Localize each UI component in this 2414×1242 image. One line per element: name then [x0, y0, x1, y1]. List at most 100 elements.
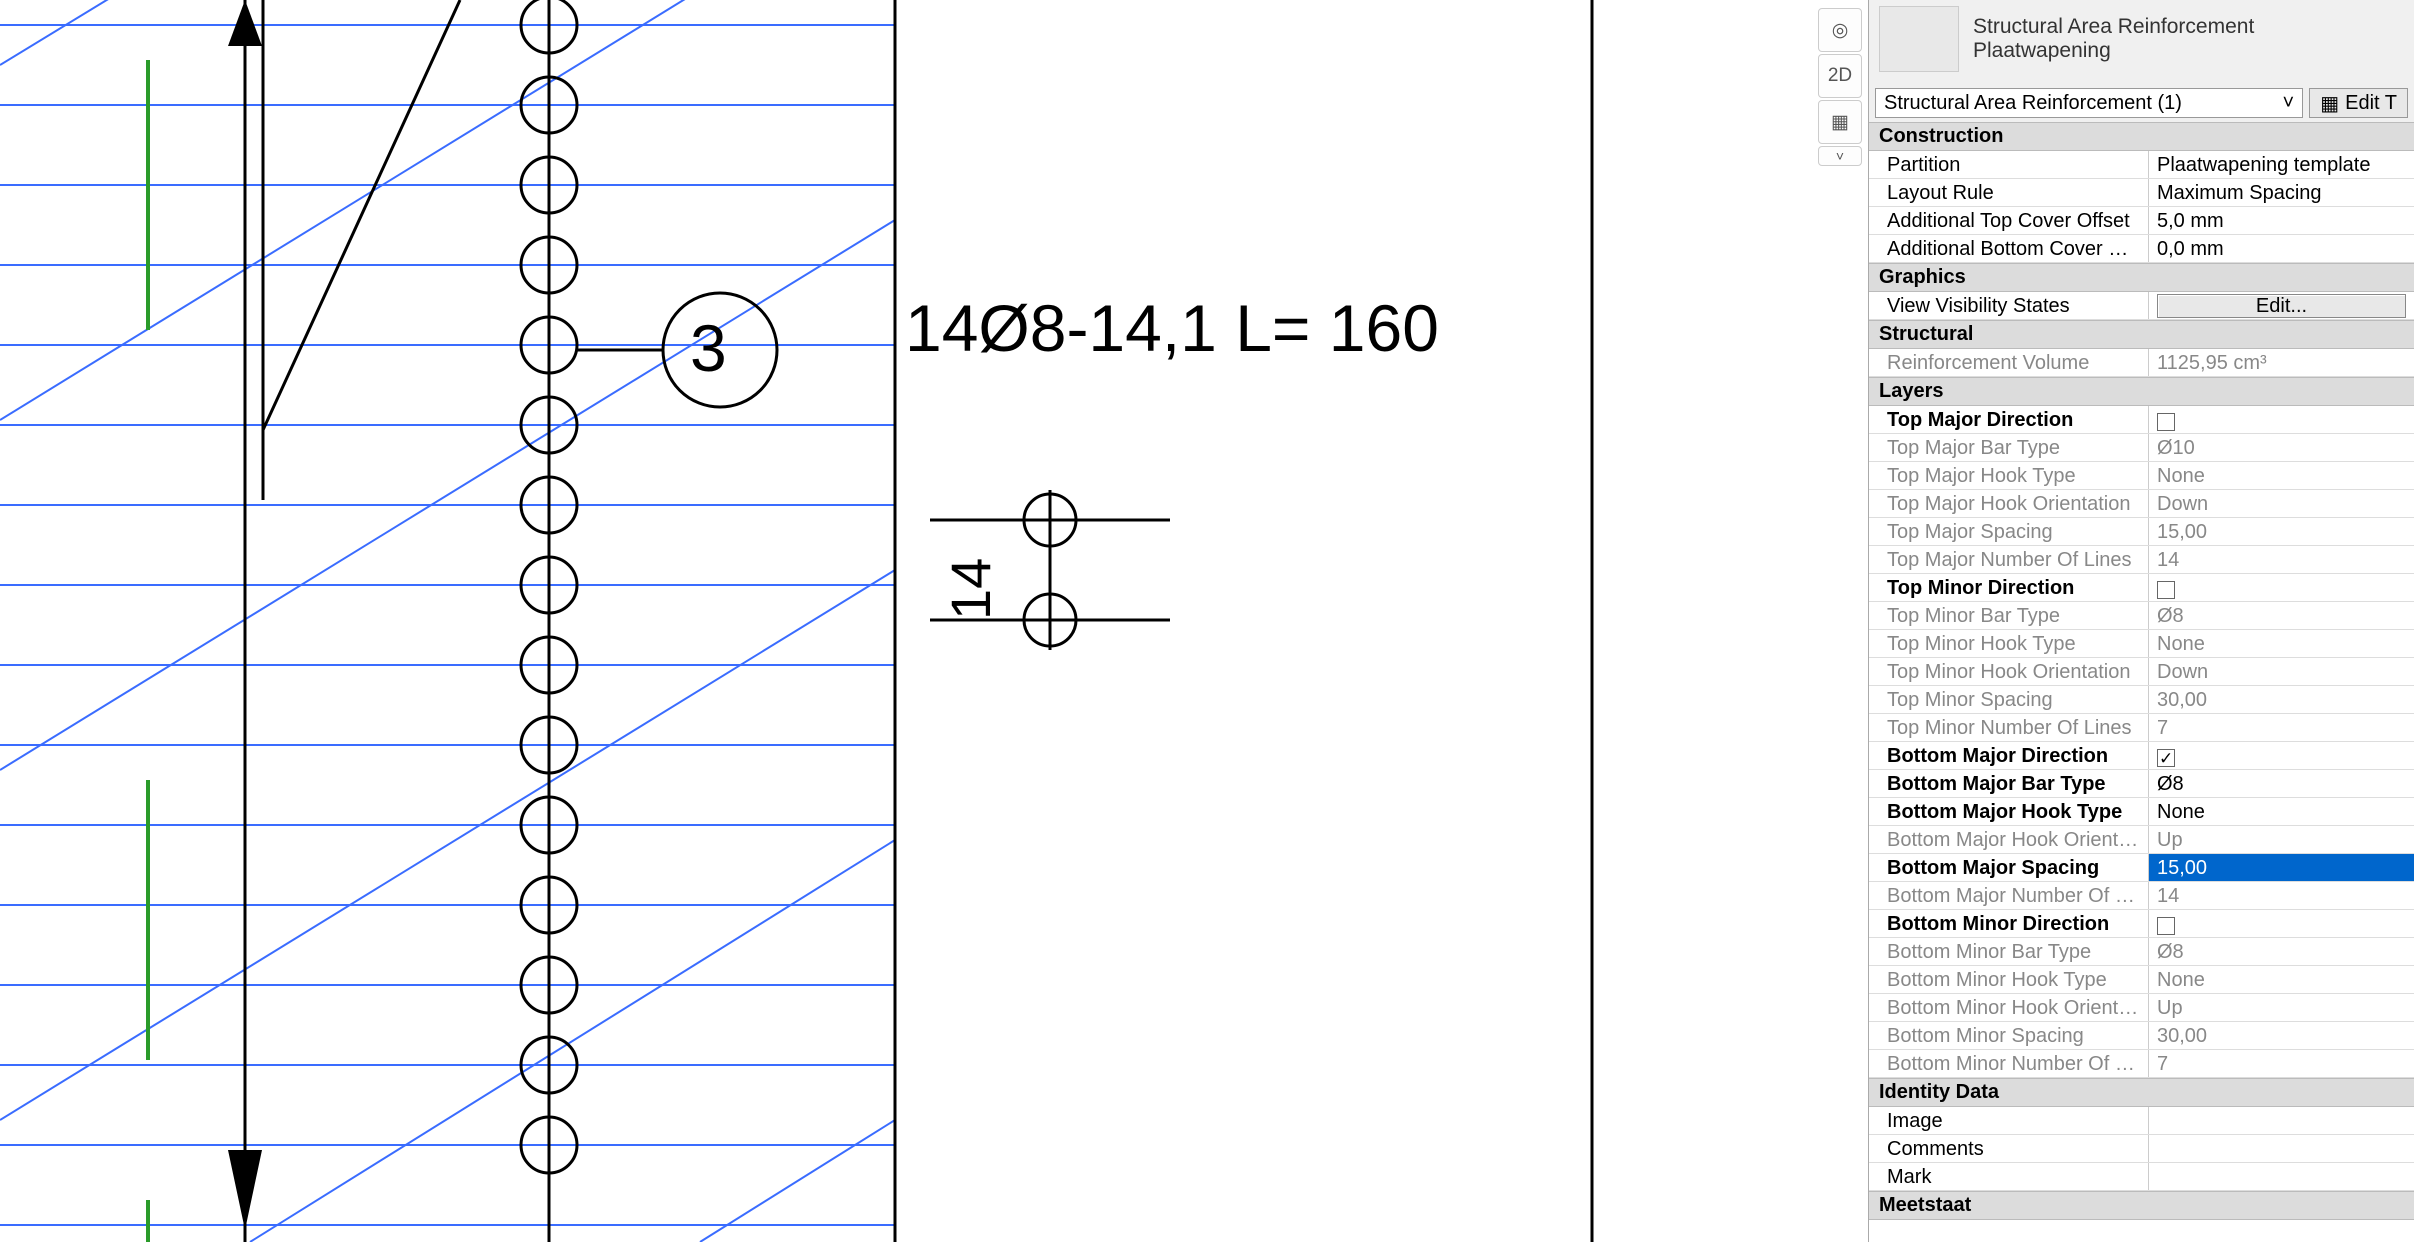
property-value[interactable]: 30,00 — [2149, 1022, 2414, 1049]
property-label: Additional Top Cover Offset — [1869, 207, 2149, 234]
property-label: Bottom Minor Bar Type — [1869, 938, 2149, 965]
property-label: Top Major Spacing — [1869, 518, 2149, 545]
property-value[interactable] — [2149, 574, 2414, 601]
property-value[interactable]: Down — [2149, 658, 2414, 685]
property-value[interactable]: 1125,95 cm³ — [2149, 349, 2414, 376]
spacing-dim: 14 — [938, 558, 1003, 620]
drawing-canvas[interactable]: 14Ø8-14,1 L= 160 3 14 — [0, 0, 1810, 1242]
nav-bar: ◎ 2D ▦ ˅ — [1815, 8, 1865, 166]
checkbox[interactable] — [2157, 581, 2175, 599]
property-value[interactable]: Plaatwapening template — [2149, 151, 2414, 178]
property-value[interactable]: Down — [2149, 490, 2414, 517]
property-row: Bottom Major Direction — [1869, 742, 2414, 770]
property-value[interactable]: Ø8 — [2149, 602, 2414, 629]
type-name: Plaatwapening — [1973, 39, 2254, 63]
property-group-header[interactable]: Graphics — [1869, 263, 2414, 292]
home-icon[interactable]: ◎ — [1818, 8, 1862, 52]
property-value[interactable]: Edit... — [2149, 292, 2414, 319]
type-selector-dropdown[interactable]: Structural Area Reinforcement (1) ˅ — [1875, 88, 2303, 118]
property-group-header[interactable]: Meetstaat — [1869, 1191, 2414, 1220]
property-value[interactable]: None — [2149, 630, 2414, 657]
property-value[interactable]: Up — [2149, 994, 2414, 1021]
chevron-down-icon: ˅ — [2283, 92, 2295, 115]
property-group-header[interactable]: Layers — [1869, 377, 2414, 406]
property-label: Bottom Minor Direction — [1869, 910, 2149, 937]
property-label: Bottom Major Spacing — [1869, 854, 2149, 881]
property-row: Top Minor Hook OrientationDown — [1869, 658, 2414, 686]
property-label: Bottom Minor Hook Type — [1869, 966, 2149, 993]
view-2d-icon[interactable]: 2D — [1818, 54, 1862, 98]
property-value[interactable]: Maximum Spacing — [2149, 179, 2414, 206]
property-value[interactable] — [2149, 742, 2414, 769]
property-row: Top Major Number Of Lines14 — [1869, 546, 2414, 574]
property-label: Layout Rule — [1869, 179, 2149, 206]
edit-type-button[interactable]: ▦ Edit T — [2309, 88, 2408, 118]
type-thumbnail — [1879, 6, 1959, 72]
rebar-tag-number: 3 — [690, 310, 727, 386]
property-label: Top Minor Hook Type — [1869, 630, 2149, 657]
property-label: Top Major Bar Type — [1869, 434, 2149, 461]
property-row: Top Minor Direction — [1869, 574, 2414, 602]
property-value[interactable]: 14 — [2149, 546, 2414, 573]
checkbox[interactable] — [2157, 917, 2175, 935]
property-row: Top Minor Number Of Lines7 — [1869, 714, 2414, 742]
property-label: Bottom Minor Spacing — [1869, 1022, 2149, 1049]
property-label: Mark — [1869, 1163, 2149, 1190]
property-value[interactable]: 7 — [2149, 1050, 2414, 1077]
property-row: Additional Bottom Cover Offset0,0 mm — [1869, 235, 2414, 263]
property-label: Bottom Major Hook Type — [1869, 798, 2149, 825]
property-group-header[interactable]: Structural — [1869, 320, 2414, 349]
property-row: Top Major Bar TypeØ10 — [1869, 434, 2414, 462]
edit-button[interactable]: Edit... — [2157, 294, 2406, 318]
property-row: Bottom Minor Number Of Lin...7 — [1869, 1050, 2414, 1078]
property-row: Top Minor Spacing30,00 — [1869, 686, 2414, 714]
property-row: Image — [1869, 1107, 2414, 1135]
property-value[interactable]: None — [2149, 966, 2414, 993]
property-value[interactable]: 5,0 mm — [2149, 207, 2414, 234]
property-value[interactable] — [2149, 1163, 2414, 1190]
property-value[interactable]: 15,00 — [2149, 854, 2414, 881]
property-label: Top Major Direction — [1869, 406, 2149, 433]
property-row: Top Minor Bar TypeØ8 — [1869, 602, 2414, 630]
property-value[interactable]: Ø8 — [2149, 770, 2414, 797]
property-label: Bottom Major Bar Type — [1869, 770, 2149, 797]
navcube-icon[interactable]: ▦ — [1818, 100, 1862, 144]
property-value[interactable]: Up — [2149, 826, 2414, 853]
property-value[interactable]: None — [2149, 798, 2414, 825]
property-row: Mark — [1869, 1163, 2414, 1191]
property-value[interactable]: 0,0 mm — [2149, 235, 2414, 262]
property-value[interactable] — [2149, 1107, 2414, 1134]
property-row: Bottom Minor Bar TypeØ8 — [1869, 938, 2414, 966]
property-value[interactable] — [2149, 910, 2414, 937]
property-value[interactable] — [2149, 1135, 2414, 1162]
property-row: Top Major Hook OrientationDown — [1869, 490, 2414, 518]
property-label: Top Major Number Of Lines — [1869, 546, 2149, 573]
property-label: Top Major Hook Orientation — [1869, 490, 2149, 517]
checkbox[interactable] — [2157, 413, 2175, 431]
nav-expand-icon[interactable]: ˅ — [1818, 146, 1862, 166]
property-label: Additional Bottom Cover Offset — [1869, 235, 2149, 262]
property-group-header[interactable]: Identity Data — [1869, 1078, 2414, 1107]
property-label: Bottom Minor Hook Orientati... — [1869, 994, 2149, 1021]
property-value[interactable]: None — [2149, 462, 2414, 489]
checkbox[interactable] — [2157, 749, 2175, 767]
edit-type-icon: ▦ — [2320, 91, 2339, 116]
property-group-header[interactable]: Construction — [1869, 122, 2414, 151]
property-value[interactable]: Ø8 — [2149, 938, 2414, 965]
property-label: Top Minor Number Of Lines — [1869, 714, 2149, 741]
property-value[interactable]: 30,00 — [2149, 686, 2414, 713]
property-label: Comments — [1869, 1135, 2149, 1162]
type-preview: Structural Area Reinforcement Plaatwapen… — [1869, 0, 2414, 84]
property-row: Bottom Minor Spacing30,00 — [1869, 1022, 2414, 1050]
property-row: Bottom Major Number Of Lines14 — [1869, 882, 2414, 910]
property-value[interactable]: 14 — [2149, 882, 2414, 909]
property-value[interactable]: 15,00 — [2149, 518, 2414, 545]
property-row: Top Major Spacing15,00 — [1869, 518, 2414, 546]
property-value[interactable]: 7 — [2149, 714, 2414, 741]
property-value[interactable] — [2149, 406, 2414, 433]
property-row: Bottom Minor Direction — [1869, 910, 2414, 938]
property-value[interactable]: Ø10 — [2149, 434, 2414, 461]
property-row: View Visibility StatesEdit... — [1869, 292, 2414, 320]
property-row: Bottom Major Bar TypeØ8 — [1869, 770, 2414, 798]
property-row: PartitionPlaatwapening template — [1869, 151, 2414, 179]
